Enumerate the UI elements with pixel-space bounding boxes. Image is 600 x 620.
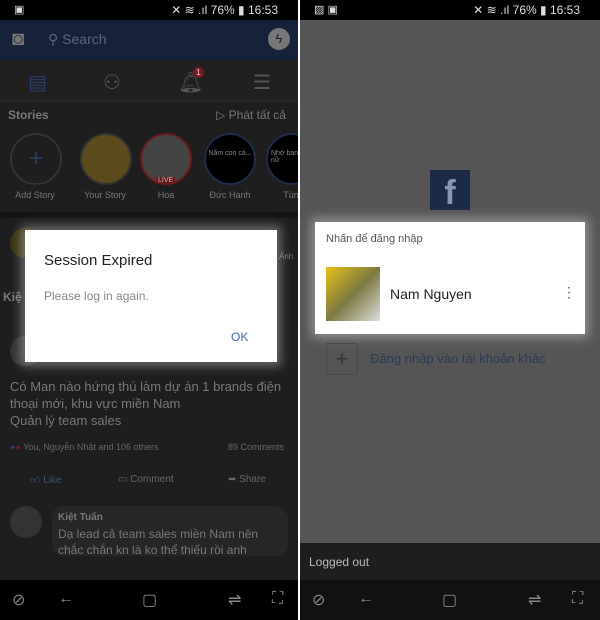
notification-badge: 1 xyxy=(193,67,204,78)
signal-icons: ✕ ≋ .ıl xyxy=(171,3,211,17)
pin-icon[interactable]: ⊘ xyxy=(312,590,325,610)
dialog-title: Session Expired xyxy=(44,252,153,269)
comments-count[interactable]: 89 Comments xyxy=(228,442,284,452)
account-avatar xyxy=(326,267,380,321)
facebook-header: ◙ ⚲ Search ϟ xyxy=(0,20,298,60)
reactions-summary[interactable]: ●● You, Nguyễn Nhật and 106 others xyxy=(10,442,159,452)
story-label: Add Story xyxy=(15,190,55,200)
battery-level: 76% xyxy=(210,3,235,17)
comment-bubble: Kiệt Tuấn Dạ lead cả team sales miền Nam… xyxy=(52,506,288,557)
back-icon[interactable]: ← xyxy=(358,590,374,608)
story-label: Đức Hạnh xyxy=(209,190,251,200)
story-label: Your Story xyxy=(84,190,126,200)
story-preview-text: Năm con cá... xyxy=(208,150,252,157)
live-badge: LIVE xyxy=(156,177,176,184)
recents-icon[interactable]: ⇌ xyxy=(228,590,241,610)
your-story[interactable] xyxy=(80,133,132,185)
status-bar: ▨ ▣ ✕ ≋ .ıl 76% ▮ 16:53 xyxy=(300,0,600,20)
navigation-bar: ⊘ ← ▢ ⇌ ⛶ xyxy=(300,580,600,620)
like-button[interactable]: 👍︎ Like xyxy=(30,474,62,486)
stories-title: Stories xyxy=(8,108,49,122)
account-name: Nam Nguyen xyxy=(390,286,472,302)
screenshot-icon[interactable]: ⛶ xyxy=(572,590,583,608)
add-account-link[interactable]: Đăng nhập vào tài khoản khác xyxy=(370,351,546,366)
home-icon[interactable]: ▢ xyxy=(142,590,157,610)
account-row-nam-nguyen[interactable]: Nam Nguyen ⋮ xyxy=(315,262,585,328)
avatar xyxy=(10,506,42,538)
right-phone-login: ▨ ▣ ✕ ≋ .ıl 76% ▮ 16:53 f Nhấn để đăng n… xyxy=(300,0,600,620)
pin-icon[interactable]: ⊘ xyxy=(12,590,25,610)
add-story-button[interactable]: + xyxy=(10,133,62,185)
home-icon[interactable]: ▢ xyxy=(442,590,457,610)
tab-bar: ▤ ⚇ 🔔︎ 1 ☰ xyxy=(0,60,298,102)
notification-icon: ▣ xyxy=(14,4,25,16)
session-expired-dialog: Session Expired Please log in again. OK xyxy=(25,230,277,362)
photo-label: Ảnh xyxy=(279,252,294,261)
divider xyxy=(0,212,298,218)
post-author[interactable]: Kiệ xyxy=(3,290,22,304)
clock: 16:53 xyxy=(247,3,278,17)
tap-to-login-label: Nhấn để đăng nhập xyxy=(326,233,423,245)
comment-author: Kiệt Tuấn xyxy=(58,512,103,523)
facebook-logo-icon: f xyxy=(430,170,470,210)
notification-icons: ▨ ▣ xyxy=(314,4,338,16)
ok-button[interactable]: OK xyxy=(231,330,248,344)
logged-out-snackbar: Logged out xyxy=(300,543,600,580)
camera-icon[interactable]: ◙ xyxy=(12,28,24,51)
comment-button[interactable]: ▭ Comment xyxy=(118,474,174,485)
search-input[interactable]: ⚲ Search xyxy=(48,31,107,48)
story-preview-text: Nhớ ban nữ xyxy=(271,150,298,164)
more-options-icon[interactable]: ⋮ xyxy=(562,284,576,301)
back-icon[interactable]: ← xyxy=(58,590,74,608)
story-label: Hoa xyxy=(157,190,175,200)
signal-icons: ✕ ≋ .ıl xyxy=(473,3,513,17)
play-all-button[interactable]: ▷ Phát tất cả xyxy=(216,108,286,122)
menu-tab-icon[interactable]: ☰ xyxy=(253,70,271,95)
screenshot-icon[interactable]: ⛶ xyxy=(272,590,283,608)
left-phone-feed: ▣ ✕ ≋ .ıl 76% ▮ 16:53 ◙ ⚲ Search ϟ ▤ ⚇ 🔔… xyxy=(0,0,298,620)
dialog-message: Please log in again. xyxy=(44,289,149,303)
account-card: Nhấn để đăng nhập Nam Nguyen ⋮ xyxy=(315,222,585,334)
news-feed-tab-icon[interactable]: ▤ xyxy=(28,70,47,95)
recents-icon[interactable]: ⇌ xyxy=(528,590,541,610)
battery-level: 76% xyxy=(512,3,537,17)
post-text: Có Man nào hứng thú làm dự án 1 brands đ… xyxy=(10,379,282,428)
love-reaction-icon: ● xyxy=(15,442,21,452)
story-label: Tùn xyxy=(283,190,298,200)
friends-tab-icon[interactable]: ⚇ xyxy=(103,70,121,95)
share-button[interactable]: ➦ Share xyxy=(228,474,266,485)
add-account-icon[interactable]: + xyxy=(326,343,358,375)
messenger-icon[interactable]: ϟ xyxy=(268,28,290,50)
clock: 16:53 xyxy=(549,3,580,17)
story-duc-hanh[interactable] xyxy=(204,133,256,185)
status-bar: ▣ ✕ ≋ .ıl 76% ▮ 16:53 xyxy=(0,0,298,20)
navigation-bar: ⊘ ← ▢ ⇌ ⛶ xyxy=(0,580,298,620)
